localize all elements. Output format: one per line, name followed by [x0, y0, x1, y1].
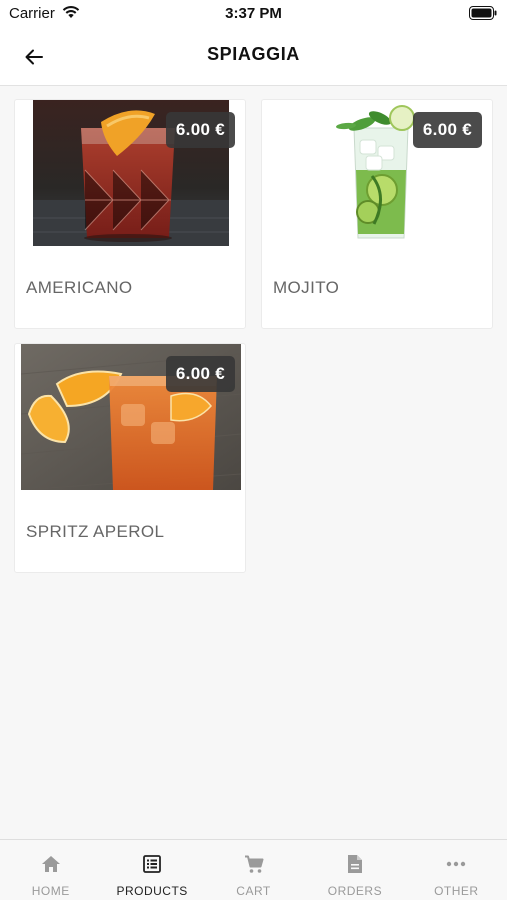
product-name: AMERICANO — [26, 278, 133, 297]
nav-header: SPIAGGIA — [0, 28, 507, 86]
product-card-americano[interactable]: 6.00 € AMERICANO — [14, 99, 246, 329]
product-card-spritz-aperol[interactable]: 6.00 € SPRITZ APEROL — [14, 343, 246, 573]
tab-bar: HOME PRODUCTS CART ORDERS OTHER — [0, 839, 507, 900]
clock: 3:37 PM — [225, 5, 282, 22]
price-badge: 6.00 € — [165, 112, 235, 148]
page-title: SPIAGGIA — [207, 44, 300, 64]
tab-home[interactable]: HOME — [0, 840, 101, 900]
tab-label: HOME — [31, 884, 70, 898]
price-badge: 6.00 € — [412, 112, 482, 148]
tab-cart[interactable]: CART — [203, 840, 304, 900]
more-icon — [445, 854, 467, 874]
document-icon — [344, 854, 366, 874]
home-icon — [40, 854, 62, 874]
product-name: MOJITO — [273, 278, 340, 297]
tab-orders[interactable]: ORDERS — [304, 840, 405, 900]
tab-label: PRODUCTS — [116, 884, 188, 898]
tab-label: OTHER — [434, 884, 479, 898]
cart-icon — [243, 854, 265, 874]
tab-label: ORDERS — [327, 884, 383, 898]
status-bar: Carrier 3:37 PM — [0, 0, 507, 28]
list-icon — [141, 854, 163, 874]
product-card-mojito[interactable]: 6.00 € MOJITO — [261, 99, 493, 329]
product-grid: 6.00 € AMERICANO 6.00 € MOJITO 6.00 € SP… — [0, 87, 507, 839]
tab-other[interactable]: OTHER — [406, 840, 507, 900]
tab-label: CART — [236, 884, 271, 898]
battery-icon — [469, 6, 497, 20]
price-badge: 6.00 € — [165, 356, 235, 392]
product-name: SPRITZ APEROL — [26, 522, 165, 541]
tab-products[interactable]: PRODUCTS — [101, 840, 202, 900]
